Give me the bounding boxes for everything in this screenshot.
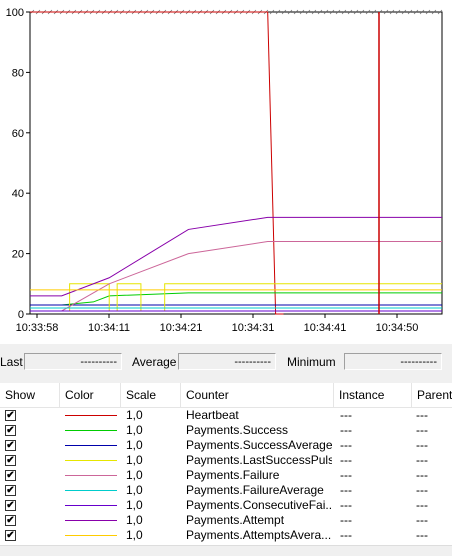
chart-svg: 100 80 60 40 20 010:33:58 10:34:11 10:34:21 10:3… xyxy=(6,7,443,334)
instance-cell: --- xyxy=(340,513,352,527)
show-checkbox[interactable]: ✔ xyxy=(5,455,16,466)
instance-cell: --- xyxy=(340,438,352,452)
counter-cell: Payments.Success xyxy=(186,423,289,437)
y-tick-label: 100 xyxy=(6,7,24,19)
plot-frame xyxy=(29,11,443,315)
counter-cell: Payments.ConsecutiveFai... xyxy=(186,498,332,512)
parent-cell: --- xyxy=(416,423,428,437)
scale-cell: 1,0 xyxy=(126,453,143,467)
header-color[interactable]: Color xyxy=(60,383,121,407)
y-tick-label: 80 xyxy=(12,67,24,79)
show-checkbox[interactable]: ✔ xyxy=(5,530,16,541)
instance-cell: --- xyxy=(340,468,352,482)
counter-cell: Payments.SuccessAverage xyxy=(186,438,332,452)
parent-cell: --- xyxy=(416,498,428,512)
counter-cell: Payments.AttemptsAvera... xyxy=(186,528,332,542)
counter-cell: Payments.Failure xyxy=(186,468,280,482)
color-swatch xyxy=(65,475,117,476)
scale-cell: 1,0 xyxy=(126,528,143,542)
x-tick-label: 10:33:58 xyxy=(16,322,59,334)
average-label: Average xyxy=(132,355,177,369)
color-swatch xyxy=(65,520,117,521)
instance-cell: --- xyxy=(340,483,352,497)
scale-cell: 1,0 xyxy=(126,468,143,482)
scale-cell: 1,0 xyxy=(126,423,143,437)
instance-cell: --- xyxy=(340,528,352,542)
show-checkbox[interactable]: ✔ xyxy=(5,500,16,511)
y-tick-label: 60 xyxy=(12,128,24,140)
header-show[interactable]: Show xyxy=(0,383,60,407)
table-header: Show Color Scale Counter Instance Parent xyxy=(0,383,452,408)
y-tick-label: 40 xyxy=(12,188,24,200)
parent-cell: --- xyxy=(416,408,428,422)
parent-cell: --- xyxy=(416,438,428,452)
x-tick-label: 10:34:41 xyxy=(304,322,347,334)
table-row[interactable]: ✔ 1,0 Payments.SuccessAverage --- --- xyxy=(0,438,452,453)
table-row[interactable]: ✔ 1,0 Heartbeat --- --- xyxy=(0,408,452,423)
x-tick-label: 10:34:11 xyxy=(88,322,130,334)
average-value: ---------- xyxy=(178,353,276,370)
header-parent[interactable]: Parent xyxy=(412,383,452,407)
show-checkbox[interactable]: ✔ xyxy=(5,470,16,481)
counter-cell: Payments.Attempt xyxy=(186,513,285,527)
table-row[interactable]: ✔ 1,0 Payments.Success --- --- xyxy=(0,423,452,438)
show-checkbox[interactable]: ✔ xyxy=(5,485,16,496)
y-tick-label: 0 xyxy=(18,309,24,321)
table-row[interactable]: ✔ 1,0 Payments.Attempt --- --- xyxy=(0,513,452,528)
show-checkbox[interactable]: ✔ xyxy=(5,425,16,436)
color-swatch xyxy=(65,490,117,491)
color-swatch xyxy=(65,445,117,446)
minimum-value: ---------- xyxy=(344,353,442,370)
y-tick-label: 20 xyxy=(12,249,24,261)
color-swatch xyxy=(65,430,117,431)
instance-cell: --- xyxy=(340,498,352,512)
parent-cell: --- xyxy=(416,528,428,542)
parent-cell: --- xyxy=(416,468,428,482)
parent-cell: --- xyxy=(416,483,428,497)
x-tick-label: 10:34:31 xyxy=(232,322,275,334)
header-instance[interactable]: Instance xyxy=(334,383,412,407)
table-row[interactable]: ✔ 1,0 Payments.AttemptsAvera... --- --- xyxy=(0,528,452,543)
stats-bar: Last ---------- Average ---------- Minim… xyxy=(0,344,452,384)
header-counter[interactable]: Counter xyxy=(181,383,334,407)
horizontal-scrollbar[interactable] xyxy=(0,545,452,556)
scale-cell: 1,0 xyxy=(126,513,143,527)
parent-cell: --- xyxy=(416,453,428,467)
instance-cell: --- xyxy=(340,408,352,422)
color-swatch xyxy=(65,415,117,416)
minimum-label: Minimum xyxy=(287,355,336,369)
scale-cell: 1,0 xyxy=(126,408,143,422)
performance-chart: 100 80 60 40 20 0 10:33:58 10:34:11 10:34:21 10:3… xyxy=(0,0,452,344)
last-value: ---------- xyxy=(24,353,122,370)
table-row[interactable]: ✔ 1,0 Payments.FailureAverage --- --- xyxy=(0,483,452,498)
color-swatch xyxy=(65,535,117,536)
show-checkbox[interactable]: ✔ xyxy=(5,410,16,421)
table-row[interactable]: ✔ 1,0 Payments.LastSuccessPulse --- --- xyxy=(0,453,452,468)
color-swatch xyxy=(65,505,117,506)
table-row[interactable]: ✔ 1,0 Payments.Failure --- --- xyxy=(0,468,452,483)
table-row[interactable]: ✔ 1,0 Payments.ConsecutiveFai... --- --- xyxy=(0,498,452,513)
show-checkbox[interactable]: ✔ xyxy=(5,515,16,526)
x-tick-label: 10:34:21 xyxy=(160,322,203,334)
last-label: Last xyxy=(0,355,23,369)
scale-cell: 1,0 xyxy=(126,438,143,452)
counter-cell: Heartbeat xyxy=(186,408,239,422)
parent-cell: --- xyxy=(416,513,428,527)
counter-table: Show Color Scale Counter Instance Parent… xyxy=(0,383,452,555)
header-scale[interactable]: Scale xyxy=(121,383,181,407)
instance-cell: --- xyxy=(340,453,352,467)
scale-cell: 1,0 xyxy=(126,483,143,497)
counter-cell: Payments.LastSuccessPulse xyxy=(186,453,332,467)
x-tick-label: 10:34:50 xyxy=(376,322,419,334)
scale-cell: 1,0 xyxy=(126,498,143,512)
show-checkbox[interactable]: ✔ xyxy=(5,440,16,451)
instance-cell: --- xyxy=(340,423,352,437)
color-swatch xyxy=(65,460,117,461)
counter-cell: Payments.FailureAverage xyxy=(186,483,324,497)
